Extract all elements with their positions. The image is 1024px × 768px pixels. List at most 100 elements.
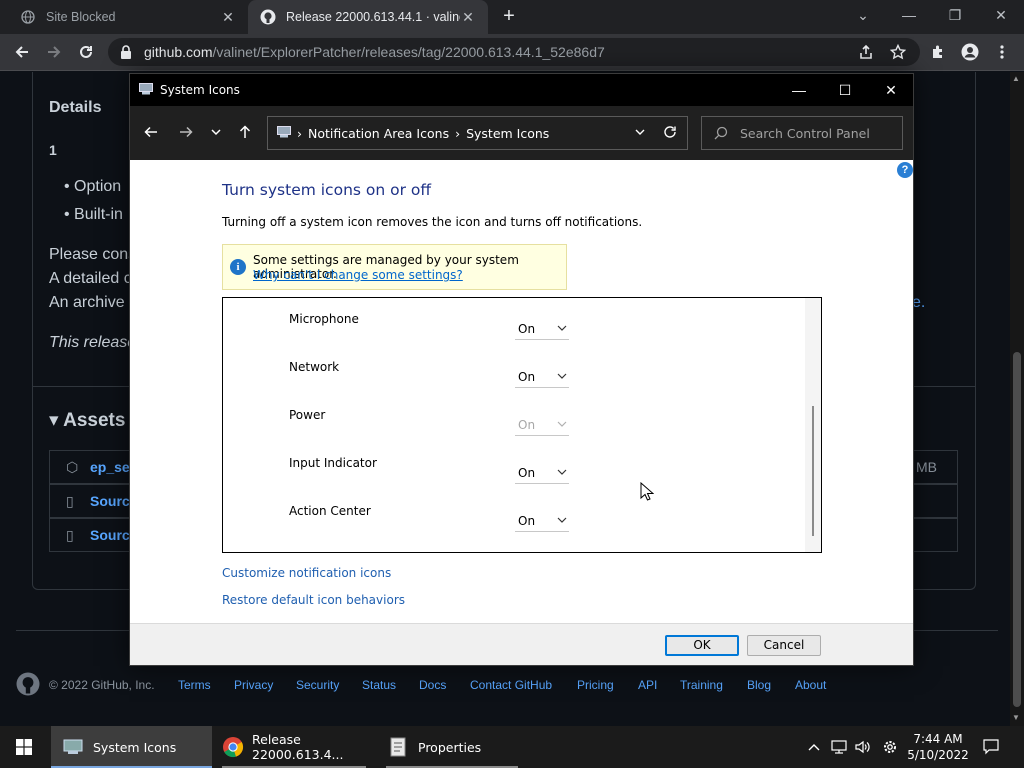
taskbar-item-label: Release 22000.613.4... (252, 732, 344, 762)
notifications-icon[interactable] (980, 726, 1002, 768)
address-dropdown-chevron-icon[interactable] (635, 125, 645, 140)
network-icon[interactable] (828, 726, 850, 768)
chevron-down-icon (557, 421, 567, 427)
forward-arrow-icon[interactable] (40, 38, 68, 66)
dialog-content: ? Turn system icons on or off Turning of… (130, 160, 913, 623)
browser-tab-release[interactable]: Release 22000.613.44.1 · valinet/l ✕ (248, 0, 488, 34)
forward-arrow-icon[interactable] (174, 120, 198, 144)
close-tab-icon[interactable]: ✕ (220, 9, 236, 26)
search-control-panel-input[interactable]: Search Control Panel (701, 116, 903, 150)
help-icon[interactable]: ? (897, 162, 913, 178)
footer-link[interactable]: Terms (178, 678, 211, 692)
extensions-puzzle-icon[interactable] (924, 38, 952, 66)
show-hidden-icons-chevron-icon[interactable] (804, 726, 824, 768)
menu-kebab-icon[interactable] (988, 38, 1016, 66)
taskbar-clock[interactable]: 7:44 AM 5/10/2022 (906, 731, 970, 763)
list-item-microphone: Microphone On (223, 312, 803, 360)
github-icon (260, 9, 276, 25)
list-scrollbar-thumb[interactable] (812, 406, 814, 536)
close-tab-icon[interactable]: ✕ (460, 9, 476, 26)
settings-gear-icon[interactable] (879, 726, 901, 768)
asset-link[interactable]: ep_set (90, 459, 134, 475)
restore-icon[interactable]: ❐ (932, 0, 978, 30)
tab-search-chevron-icon[interactable]: ⌄ (840, 0, 886, 30)
maximize-icon[interactable]: ☐ (822, 74, 868, 106)
chrome-icon (222, 735, 244, 759)
chevron-right-icon[interactable]: › (297, 126, 302, 141)
back-arrow-icon[interactable] (8, 38, 36, 66)
up-arrow-icon[interactable] (233, 120, 257, 144)
new-tab-button[interactable]: + (498, 5, 520, 27)
cancel-button[interactable]: Cancel (747, 635, 821, 656)
release-link[interactable]: e. (912, 294, 925, 312)
browser-tab-site-blocked[interactable]: Site Blocked ✕ (8, 0, 248, 34)
footer-link[interactable]: Privacy (234, 678, 273, 692)
back-arrow-icon[interactable] (139, 120, 163, 144)
input-indicator-behavior-select[interactable]: On (515, 462, 569, 484)
system-icons-window: System Icons — ☐ ✕ › Notification Area I… (129, 73, 914, 666)
close-window-icon[interactable]: ✕ (978, 0, 1024, 30)
chevron-down-icon (557, 469, 567, 475)
list-item-input-indicator: Input Indicator On (223, 456, 803, 504)
taskbar-item-properties[interactable]: Properties (376, 726, 528, 768)
restore-default-icon-behaviors-link[interactable]: Restore default icon behaviors (222, 593, 405, 607)
recent-locations-chevron-icon[interactable] (204, 120, 228, 144)
refresh-icon[interactable] (663, 125, 677, 142)
network-behavior-select[interactable]: On (515, 366, 569, 388)
control-panel-icon (61, 735, 85, 759)
chevron-right-icon[interactable]: › (455, 126, 460, 141)
list-item-network: Network On (223, 360, 803, 408)
lock-icon[interactable] (120, 45, 134, 59)
footer-link[interactable]: Training (680, 678, 723, 692)
url-path: /valinet/ExplorerPatcher/releases/tag/22… (212, 44, 605, 60)
ok-button[interactable]: OK (665, 635, 739, 656)
why-cant-i-change-link[interactable]: Why can't I change some settings? (253, 268, 463, 282)
paragraph-line: Please cons (49, 246, 137, 263)
assets-heading[interactable]: ▾ Assets (49, 409, 125, 432)
scroll-down-arrow-icon[interactable]: ▼ (1012, 713, 1020, 722)
footer-link[interactable]: Security (296, 678, 339, 692)
window-title-bar[interactable]: System Icons — ☐ ✕ (130, 74, 913, 106)
globe-icon (20, 9, 36, 25)
explorer-navigation-bar: › Notification Area Icons › System Icons… (130, 106, 913, 160)
footer-link[interactable]: Docs (419, 678, 446, 692)
windows-start-icon[interactable] (0, 726, 48, 768)
control-panel-icon (139, 83, 153, 98)
minimize-icon[interactable]: — (776, 74, 822, 106)
reload-icon[interactable] (72, 38, 100, 66)
profile-avatar-icon[interactable] (956, 38, 984, 66)
minimize-icon[interactable]: — (886, 0, 932, 30)
paragraph-line: A detailed c (49, 270, 132, 287)
window-title: System Icons (160, 83, 240, 97)
footer-link[interactable]: Pricing (577, 678, 614, 692)
footer-link[interactable]: Contact GitHub (470, 678, 552, 692)
list-number: 1 (49, 142, 57, 158)
footer-link[interactable]: API (638, 678, 657, 692)
footer-link[interactable]: Blog (747, 678, 771, 692)
page-description: Turning off a system icon removes the ic… (222, 215, 643, 229)
breadcrumb-system-icons[interactable]: System Icons (466, 126, 549, 141)
close-icon[interactable]: ✕ (868, 74, 914, 106)
share-icon[interactable] (852, 38, 880, 66)
system-icons-list[interactable]: Microphone On Network On Power On Input … (222, 297, 822, 553)
volume-icon[interactable] (852, 726, 874, 768)
taskbar-item-system-icons[interactable]: System Icons (51, 726, 212, 768)
microphone-behavior-select[interactable]: On (515, 318, 569, 340)
clock-date: 5/10/2022 (907, 748, 969, 762)
address-bar[interactable]: github.com/valinet/ExplorerPatcher/relea… (108, 38, 920, 66)
bookmark-star-icon[interactable] (884, 38, 912, 66)
chevron-down-icon (557, 517, 567, 523)
customize-notification-icons-link[interactable]: Customize notification icons (222, 566, 391, 580)
page-scrollbar-thumb[interactable] (1013, 352, 1021, 707)
bullet-item: • Option (64, 178, 122, 195)
paragraph-line: An archive c (49, 294, 138, 311)
action-center-behavior-select[interactable]: On (515, 510, 569, 532)
file-zip-icon: ▯ (66, 527, 74, 543)
footer-link[interactable]: Status (362, 678, 396, 692)
taskbar-item-chrome[interactable]: Release 22000.613.4... (212, 726, 376, 768)
footer-link[interactable]: About (795, 678, 826, 692)
breadcrumb-notification-area-icons[interactable]: Notification Area Icons (308, 126, 449, 141)
address-breadcrumb-bar[interactable]: › Notification Area Icons › System Icons (267, 116, 688, 150)
github-logo-icon[interactable] (16, 672, 40, 699)
scroll-up-arrow-icon[interactable]: ▲ (1012, 74, 1020, 83)
